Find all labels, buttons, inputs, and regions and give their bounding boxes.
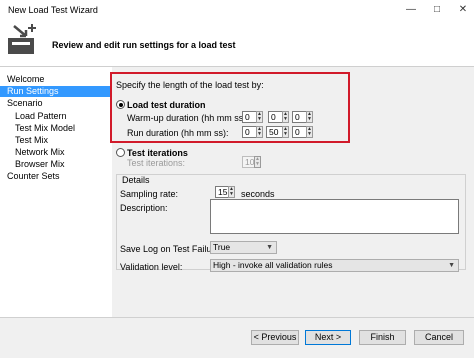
run-minutes-input[interactable]: 50 <box>266 126 283 138</box>
nav-item-counter-sets[interactable]: Counter Sets <box>7 171 60 181</box>
finish-button[interactable]: Finish <box>359 330 406 345</box>
validation-level-value: High - invoke all validation rules <box>213 260 333 270</box>
warmup-seconds-input[interactable]: 0 <box>292 111 307 123</box>
nav-item-browser-mix[interactable]: Browser Mix <box>15 159 65 169</box>
nav-item-test-mix[interactable]: Test Mix <box>15 135 48 145</box>
nav-item-network-mix[interactable]: Network Mix <box>15 147 65 157</box>
load-test-duration-label: Load test duration <box>127 100 206 110</box>
run-seconds-stepper[interactable]: ▲ ▼ <box>306 126 313 138</box>
chevron-down-icon: ▼ <box>266 244 273 251</box>
nav-item-test-mix-model[interactable]: Test Mix Model <box>15 123 75 133</box>
run-hours-input[interactable]: 0 <box>242 126 257 138</box>
next-button[interactable]: Next > <box>305 330 351 345</box>
warmup-seconds-stepper[interactable]: ▲ ▼ <box>306 111 313 123</box>
page-title: Review and edit run settings for a load … <box>52 40 236 50</box>
warmup-label: Warm-up duration (hh mm ss): <box>127 113 249 123</box>
description-label: Description: <box>120 203 168 213</box>
length-prompt: Specify the length of the load test by: <box>116 80 264 90</box>
description-textarea[interactable] <box>210 199 459 234</box>
previous-button[interactable]: < Previous <box>251 330 299 345</box>
chevron-down-icon: ▼ <box>448 262 455 269</box>
window-title: New Load Test Wizard <box>8 5 98 15</box>
save-log-value: True <box>213 242 231 252</box>
nav-item-scenario[interactable]: Scenario <box>7 98 43 108</box>
nav-item-welcome[interactable]: Welcome <box>7 74 44 84</box>
sampling-rate-label: Sampling rate: <box>120 189 179 199</box>
sampling-rate-stepper[interactable]: ▲ ▼ <box>228 186 235 198</box>
details-group-label: Details <box>120 175 152 185</box>
warmup-minutes-input[interactable]: 0 <box>268 111 283 123</box>
save-log-label: Save Log on Test Failure: <box>120 244 222 254</box>
sampling-rate-unit: seconds <box>241 189 275 199</box>
test-iterations-option-label: Test iterations <box>127 148 188 158</box>
maximize-icon[interactable]: □ <box>430 3 444 17</box>
sampling-rate-input[interactable]: 15 <box>215 186 229 198</box>
close-icon[interactable]: ✕ <box>456 3 470 17</box>
test-iterations-stepper[interactable]: ▲ ▼ <box>254 156 261 168</box>
save-log-select[interactable]: True ▼ <box>210 241 277 254</box>
cancel-button[interactable]: Cancel <box>414 330 464 345</box>
test-iterations-label: Test iterations: <box>127 158 186 168</box>
nav-item-run-settings[interactable]: Run Settings <box>0 86 110 97</box>
warmup-hours-stepper[interactable]: ▲ ▼ <box>256 111 263 123</box>
test-iterations-radio[interactable] <box>116 148 125 157</box>
run-hours-stepper[interactable]: ▲ ▼ <box>256 126 263 138</box>
wizard-icon <box>8 24 36 54</box>
validation-level-select[interactable]: High - invoke all validation rules ▼ <box>210 259 459 272</box>
load-test-duration-radio[interactable] <box>116 100 125 109</box>
run-seconds-input[interactable]: 0 <box>292 126 307 138</box>
warmup-minutes-stepper[interactable]: ▲ ▼ <box>282 111 289 123</box>
nav-item-load-pattern[interactable]: Load Pattern <box>15 111 67 121</box>
run-minutes-stepper[interactable]: ▲ ▼ <box>282 126 289 138</box>
warmup-hours-input[interactable]: 0 <box>242 111 257 123</box>
validation-level-label: Validation level: <box>120 262 183 272</box>
run-duration-label: Run duration (hh mm ss): <box>127 128 229 138</box>
minimize-icon[interactable]: — <box>404 3 418 17</box>
